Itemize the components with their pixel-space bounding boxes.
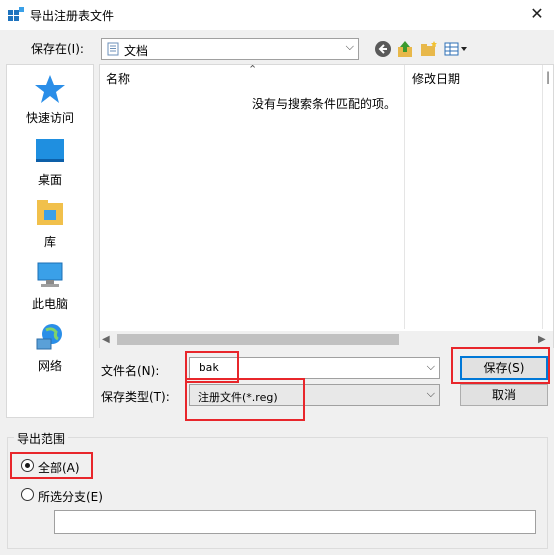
quick-access-star-icon: [35, 75, 65, 103]
filename-label: 文件名(N):: [101, 364, 160, 378]
export-range-title: 导出范围: [14, 430, 69, 447]
chevron-down-icon: ⌵: [345, 40, 354, 53]
highlight-box-all: [10, 452, 93, 479]
column-header-date[interactable]: 修改日期: [412, 70, 460, 87]
places-bar: 快速访问 桌面 库 此电脑 网络: [6, 64, 94, 418]
save-in-label: 保存在(I):: [31, 42, 84, 56]
place-network[interactable]: 网络: [7, 321, 93, 374]
this-pc-icon: [37, 262, 63, 287]
file-list[interactable]: 名称 ⌃ 修改日期 | 没有与搜索条件匹配的项。 ◀ ▶: [99, 63, 554, 348]
highlight-box-filetype: [185, 378, 305, 421]
network-icon: [36, 324, 62, 350]
radio-branch-label[interactable]: 所选分支(E): [38, 488, 103, 505]
back-icon[interactable]: [374, 40, 392, 58]
chevron-down-icon[interactable]: ⌵: [427, 360, 435, 374]
filetype-label: 保存类型(T):: [101, 390, 170, 404]
scroll-left-icon[interactable]: ◀: [102, 331, 110, 348]
place-library[interactable]: 库: [7, 197, 93, 250]
regedit-icon: [8, 7, 24, 21]
window-title: 导出注册表文件: [30, 9, 115, 23]
sort-ascending-icon: ⌃: [248, 63, 258, 76]
cancel-button[interactable]: 取消: [460, 384, 548, 406]
place-label: 快速访问: [25, 111, 74, 125]
chevron-down-icon: ⌵: [426, 387, 435, 400]
location-value: 文档: [124, 44, 149, 58]
place-label: 库: [43, 235, 56, 249]
location-dropdown[interactable]: 文档 ⌵: [101, 38, 359, 60]
place-quick-access[interactable]: 快速访问: [7, 73, 93, 126]
highlight-box-save: [451, 347, 550, 384]
empty-message: 没有与搜索条件匹配的项。: [252, 97, 397, 111]
new-folder-icon[interactable]: [420, 40, 438, 58]
column-header-overflow: |: [546, 70, 551, 84]
column-divider[interactable]: [542, 65, 543, 329]
column-header-name[interactable]: 名称: [106, 70, 130, 87]
title-bar: 导出注册表文件 ✕: [0, 0, 554, 30]
branch-path-input[interactable]: [54, 510, 536, 534]
column-divider[interactable]: [404, 65, 405, 329]
place-label: 网络: [37, 359, 62, 373]
scroll-right-icon[interactable]: ▶: [538, 331, 546, 348]
radio-selected-branch[interactable]: [21, 488, 34, 501]
scrollbar-thumb[interactable]: [117, 334, 399, 345]
view-menu-icon[interactable]: [444, 40, 470, 58]
place-label: 此电脑: [31, 297, 68, 311]
place-desktop[interactable]: 桌面: [7, 135, 93, 188]
place-label: 桌面: [37, 173, 62, 187]
library-icon: [37, 200, 63, 225]
close-icon[interactable]: ✕: [524, 2, 550, 26]
desktop-icon: [36, 139, 64, 162]
horizontal-scrollbar[interactable]: ◀ ▶: [100, 331, 553, 348]
documents-folder-icon: [107, 42, 119, 56]
up-folder-icon[interactable]: [397, 40, 415, 58]
place-this-pc[interactable]: 此电脑: [7, 259, 93, 312]
